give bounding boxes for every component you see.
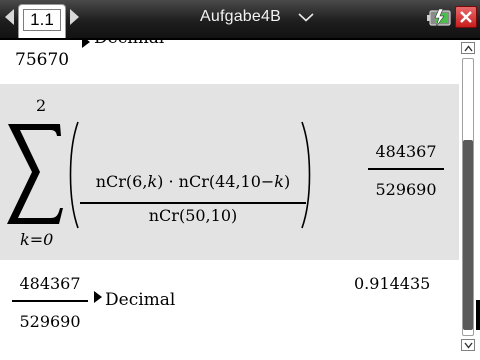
numerator-var1: k bbox=[147, 172, 158, 191]
partial-command: Decimal bbox=[94, 40, 164, 48]
scroll-thumb[interactable] bbox=[463, 140, 473, 330]
numerator-part1: nCr(6, bbox=[95, 172, 148, 191]
sum-fraction-bar bbox=[80, 202, 306, 204]
scroll-up-button[interactable] bbox=[461, 42, 475, 54]
page-tab-label[interactable]: 1.1 bbox=[23, 9, 61, 31]
history-entry-sum[interactable]: 2 k=0 nCr(6,k) · nCr(44,10−k) nCr(50,10)… bbox=[0, 84, 459, 260]
close-icon[interactable] bbox=[459, 10, 473, 24]
sum-upper-limit: 2 bbox=[36, 96, 47, 115]
numerator-part3: ) bbox=[284, 172, 291, 191]
document-title[interactable]: Aufgabe4B bbox=[200, 8, 281, 26]
history-entry-decimal[interactable]: 484367 529690 Decimal 0.914435 bbox=[0, 260, 459, 360]
nav-right-icon[interactable] bbox=[70, 9, 79, 25]
decimal-input-numerator: 484367 bbox=[19, 274, 81, 293]
history-entry-partial[interactable]: Decimal 75670 bbox=[0, 40, 459, 84]
scroll-down-button[interactable] bbox=[461, 339, 475, 351]
sum-lower-limit: k=0 bbox=[20, 230, 54, 249]
title-bar: 1.1 Aufgabe4B bbox=[0, 0, 480, 40]
window-edge bbox=[476, 300, 480, 330]
page-tab[interactable]: 1.1 bbox=[18, 4, 66, 38]
left-paren-icon bbox=[69, 121, 79, 229]
decimal-result: 0.914435 bbox=[354, 274, 431, 293]
partial-denominator: 75670 bbox=[15, 50, 70, 70]
sigma-icon bbox=[7, 124, 63, 224]
decimal-input-denominator: 529690 bbox=[19, 312, 81, 331]
numerator-part2: ) · nCr(44,10− bbox=[157, 172, 275, 191]
sum-result-numerator: 484367 bbox=[375, 142, 437, 161]
calculator-history[interactable]: Decimal 75670 2 k=0 nCr(6,k) · nCr(44,10… bbox=[0, 40, 459, 360]
sum-denominator: nCr(50,10) bbox=[148, 206, 238, 225]
close-button[interactable] bbox=[455, 6, 477, 28]
battery-icon bbox=[427, 8, 451, 28]
chevron-down-icon[interactable] bbox=[464, 342, 473, 349]
decimal-input-bar bbox=[12, 300, 88, 302]
sum-numerator: nCr(6,k) · nCr(44,10−k) bbox=[80, 172, 306, 191]
chevron-up-icon[interactable] bbox=[464, 45, 473, 52]
sum-result-denominator: 529690 bbox=[375, 180, 437, 199]
convert-arrow-icon bbox=[82, 40, 90, 48]
sum-result-bar bbox=[368, 168, 444, 170]
chevron-down-icon[interactable] bbox=[298, 13, 314, 22]
convert-arrow-icon bbox=[94, 291, 102, 303]
right-paren-icon bbox=[301, 121, 311, 229]
numerator-var2: k bbox=[274, 172, 284, 191]
decimal-command: Decimal bbox=[105, 290, 176, 310]
nav-left-icon[interactable] bbox=[5, 9, 14, 25]
